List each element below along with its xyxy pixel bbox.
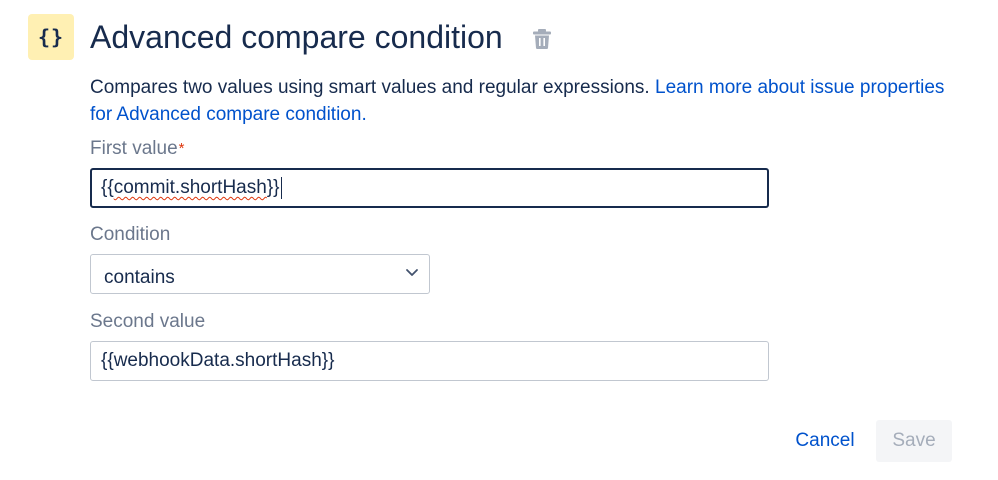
first-value-suffix: }} (266, 177, 280, 198)
description-text: Compares two values using smart values a… (90, 77, 650, 98)
required-marker: * (178, 140, 185, 157)
first-value-prefix: {{ (101, 177, 114, 198)
description: Compares two values using smart values a… (90, 74, 950, 128)
condition-select[interactable]: contains (90, 254, 430, 294)
second-value-input[interactable]: {{webhookData.shortHash}} (90, 341, 769, 381)
second-value-label: Second value (90, 311, 206, 332)
condition-selected-value: contains (104, 267, 175, 288)
first-value-input[interactable]: {{commit.shortHash}} (90, 168, 769, 208)
chevron-down-icon (406, 269, 418, 276)
first-value-misspelled: commit.shortHash (113, 177, 267, 198)
curly-braces-icon: {} (28, 14, 74, 60)
first-value-label: First value* (90, 137, 184, 161)
save-button[interactable]: Save (876, 420, 952, 462)
first-value-label-text: First value (90, 138, 178, 159)
condition-label: Condition (90, 224, 171, 245)
second-value-text: {{webhookData.shortHash}} (101, 350, 335, 371)
page-title: Advanced compare condition (90, 19, 503, 55)
cancel-button[interactable]: Cancel (784, 421, 866, 461)
text-caret (280, 176, 282, 199)
trash-icon[interactable] (532, 28, 552, 50)
